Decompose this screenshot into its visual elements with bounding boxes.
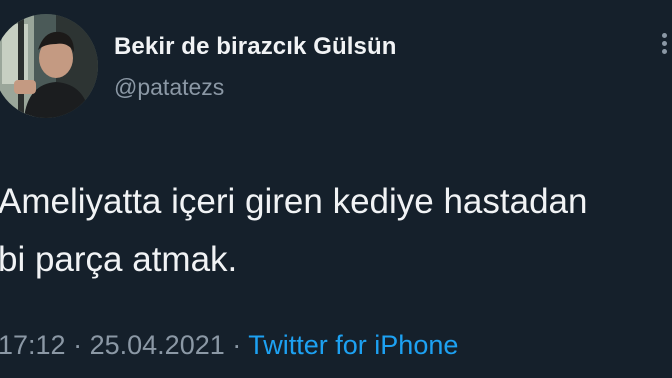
tweet-text: Ameliyatta içeri giren kediye hastadan b…	[0, 173, 672, 289]
avatar-photo	[0, 14, 98, 118]
tweet-source-link[interactable]: Twitter for iPhone	[248, 330, 458, 360]
more-vertical-icon[interactable]	[662, 30, 672, 60]
user-handle[interactable]: @patatezs	[114, 74, 224, 101]
meta-separator: ·	[232, 330, 242, 360]
meta-separator: ·	[73, 330, 83, 360]
tweet-text-line: Ameliyatta içeri giren kediye hastadan	[0, 182, 588, 221]
display-name[interactable]: Bekir de birazcık Gülsün	[114, 33, 397, 61]
avatar[interactable]	[0, 14, 98, 118]
tweet-time[interactable]: 17:12	[0, 330, 66, 360]
tweet-text-line: bi parça atmak.	[0, 240, 238, 279]
tweet-card: Bekir de birazcık Gülsün @patatezs Ameli…	[0, 0, 672, 378]
tweet-date[interactable]: 25.04.2021	[90, 330, 225, 360]
tweet-meta: 17:12 · 25.04.2021 · Twitter for iPhone	[0, 330, 458, 361]
